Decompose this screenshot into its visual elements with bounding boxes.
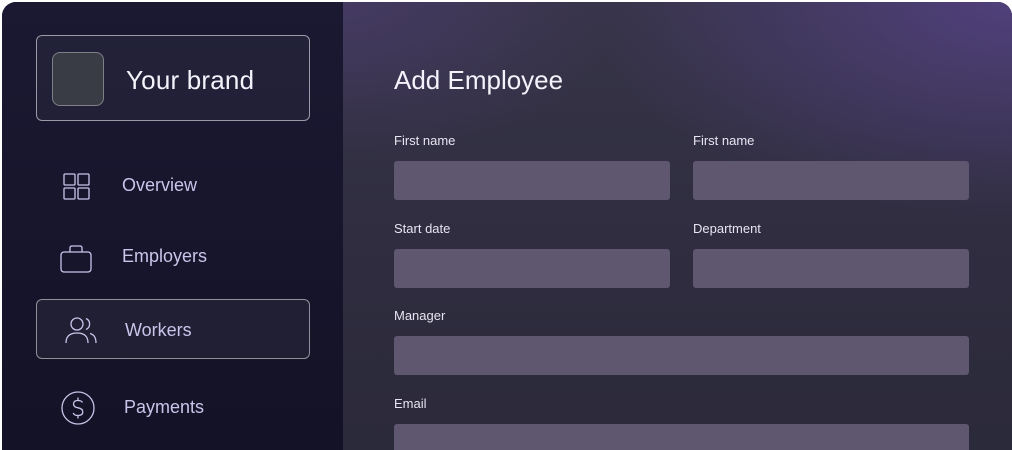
brand-card[interactable]: Your brand xyxy=(36,35,310,121)
email-label: Email xyxy=(394,396,427,411)
sidebar-item-label: Payments xyxy=(124,397,205,417)
brand-logo xyxy=(52,52,104,106)
main-content: Add Employee First name First name Start… xyxy=(343,2,1012,450)
first-name-input[interactable] xyxy=(394,161,670,200)
sidebar-item-label: Employers xyxy=(122,246,208,266)
brand-name: Your brand xyxy=(126,65,255,95)
sidebar-item-label: Overview xyxy=(122,175,198,195)
first-name-input-2[interactable] xyxy=(693,161,969,200)
page-title: Add Employee xyxy=(394,65,564,95)
department-input[interactable] xyxy=(693,249,969,288)
sidebar-item-payments[interactable]: Payments xyxy=(36,377,310,437)
sidebar-item-label: Workers xyxy=(125,320,192,340)
department-label: Department xyxy=(693,221,761,236)
sidebar-item-workers[interactable]: Workers xyxy=(36,299,310,359)
app-window: Your brand Overview Employers Workers Pa… xyxy=(2,2,1012,450)
sidebar-item-overview[interactable]: Overview xyxy=(36,155,310,215)
grid-icon xyxy=(58,168,94,204)
first-name-label-2: First name xyxy=(693,133,755,148)
users-icon xyxy=(63,313,99,349)
sidebar-item-employers[interactable]: Employers xyxy=(36,226,310,286)
email-input[interactable] xyxy=(394,424,969,450)
start-date-label: Start date xyxy=(394,221,451,236)
dollar-circle-icon xyxy=(60,390,96,426)
start-date-input[interactable] xyxy=(394,249,670,288)
manager-input[interactable] xyxy=(394,336,969,375)
sidebar: Your brand Overview Employers Workers Pa… xyxy=(2,2,343,450)
manager-label: Manager xyxy=(394,308,446,323)
first-name-label: First name xyxy=(394,133,456,148)
briefcase-icon xyxy=(58,239,94,275)
